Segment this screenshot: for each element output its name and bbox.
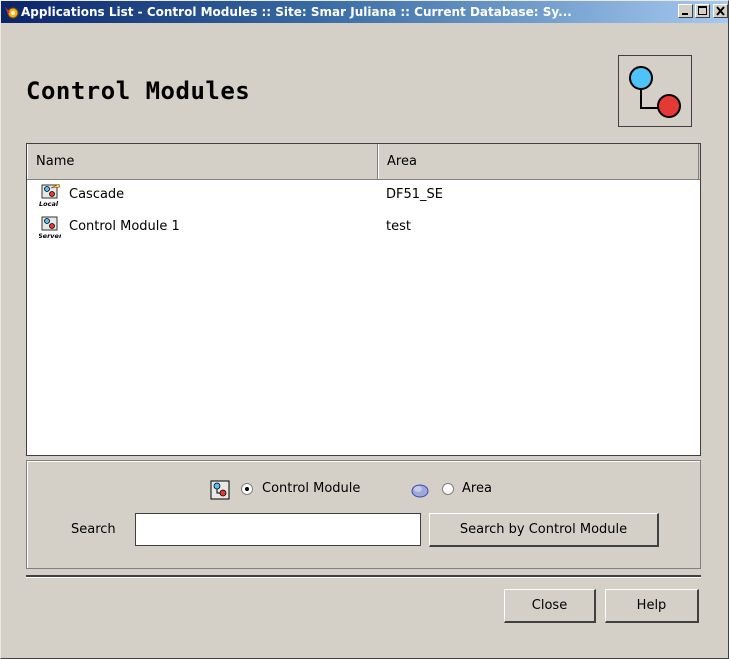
maximize-button[interactable] <box>695 4 710 18</box>
control-module-icon <box>210 480 230 500</box>
row-name: Cascade <box>69 187 125 202</box>
local-control-module-icon: Local <box>39 183 61 208</box>
help-button[interactable]: Help <box>605 589 699 623</box>
row-area: test <box>386 219 411 234</box>
row-name: Control Module 1 <box>69 219 180 234</box>
control-modules-list[interactable]: Name Area Local Cascade DF51_SE Server C… <box>26 143 701 456</box>
app-icon <box>3 4 19 20</box>
search-input[interactable] <box>135 513 421 546</box>
window-title: Applications List - Control Modules :: S… <box>21 5 572 19</box>
icon-tag-server: Server <box>39 232 61 240</box>
control-module-logo-icon <box>618 55 692 127</box>
close-window-button[interactable] <box>713 4 728 18</box>
list-header: Name Area <box>27 144 700 180</box>
footer-divider <box>26 575 701 578</box>
column-header-area[interactable]: Area <box>378 144 699 179</box>
control-module-radio[interactable] <box>241 483 253 495</box>
title-bar[interactable]: Applications List - Control Modules :: S… <box>1 1 728 23</box>
list-row[interactable]: Server Control Module 1 test <box>27 213 700 243</box>
server-control-module-icon: Server <box>38 216 63 240</box>
control-module-radio-label[interactable]: Control Module <box>262 481 360 496</box>
icon-tag-local: Local <box>39 200 59 208</box>
column-header-name[interactable]: Name <box>27 144 378 179</box>
list-row[interactable]: Local Cascade DF51_SE <box>27 181 700 211</box>
application-window: Applications List - Control Modules :: S… <box>0 0 729 659</box>
close-button[interactable]: Close <box>504 589 596 623</box>
search-label: Search <box>71 522 116 537</box>
area-radio-label[interactable]: Area <box>462 481 492 496</box>
search-by-control-module-button[interactable]: Search by Control Module <box>429 513 659 547</box>
area-icon <box>410 480 430 500</box>
row-area: DF51_SE <box>386 187 443 202</box>
page-title: Control Modules <box>26 77 251 105</box>
area-radio[interactable] <box>442 483 454 495</box>
minimize-button[interactable] <box>678 4 693 18</box>
